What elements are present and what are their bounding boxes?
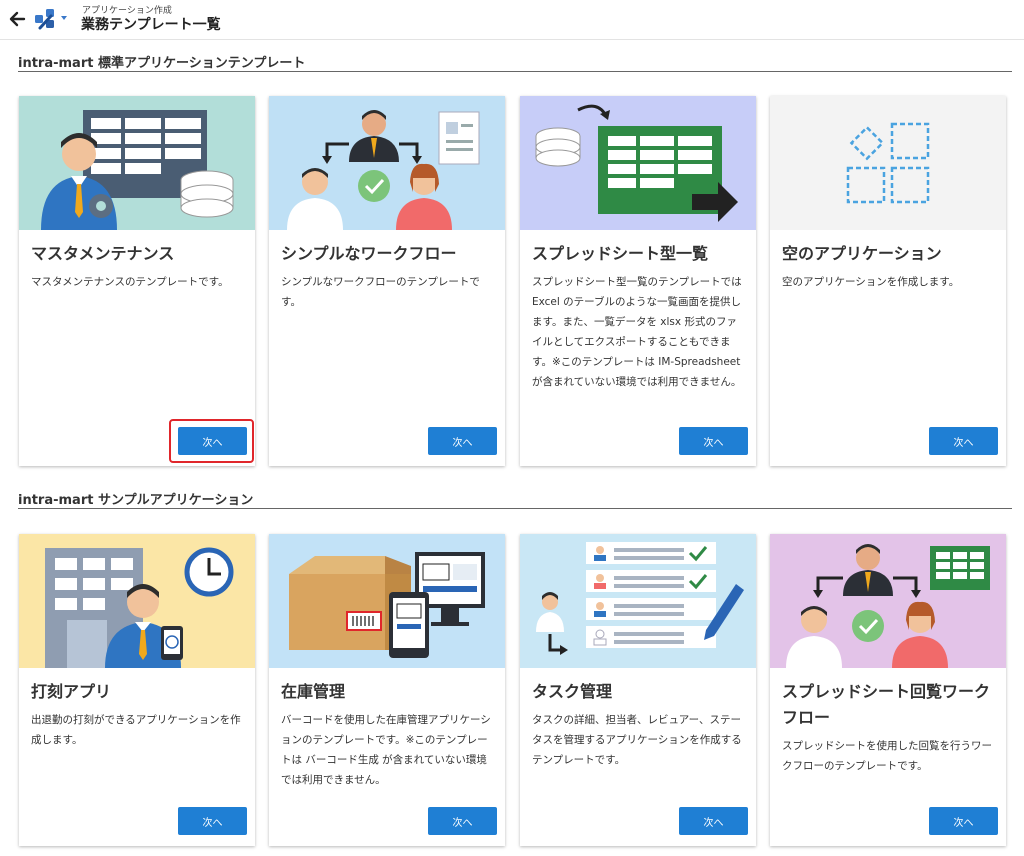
task-management-illustration [520,534,756,668]
card-description: タスクの詳細、担当者、レビュアー、ステータスを管理するアプリケーションを作成する… [532,714,742,766]
caret-down-icon[interactable] [60,14,68,22]
card-title: シンプルなワークフロー [281,244,457,263]
next-button[interactable]: 次へ [929,807,998,835]
template-card-empty-application[interactable]: 空のアプリケーション 空のアプリケーションを作成します。 次へ [770,96,1006,466]
card-title: マスタメンテナンス [31,244,175,263]
card-description: シンプルなワークフローのテンプレートです。 [281,276,480,308]
template-card-spreadsheet-circulation[interactable]: スプレッドシート回覧ワークフロー スプレッドシートを使用した回覧を行うワークフロ… [770,534,1006,846]
highlight-box [169,419,254,463]
template-card-master-maintenance[interactable]: マスタメンテナンス マスタメンテナンスのテンプレートです。 次へ [19,96,255,466]
card-title: 在庫管理 [281,682,346,701]
card-title: タスク管理 [532,682,613,701]
next-button[interactable]: 次へ [679,807,748,835]
section-title: intra-mart サンプルアプリケーション [18,493,254,508]
next-button[interactable]: 次へ [679,427,748,455]
card-title: スプレッドシート回覧ワークフロー [782,682,991,727]
spreadsheet-list-illustration [520,96,756,230]
card-description: スプレッドシートを使用した回覧を行うワークフローのテンプレートです。 [782,740,992,772]
template-card-clock-app[interactable]: 打刻アプリ 出退勤の打刻ができるアプリケーションを作成します。 次へ [19,534,255,846]
back-arrow-icon[interactable] [8,8,28,30]
card-description: スプレッドシート型一覧のテンプレートではExcel のテーブルのような一覧画面を… [532,276,742,388]
page-title: 業務テンプレート一覧 [81,17,221,33]
inventory-illustration [269,534,505,668]
section-title: intra-mart 標準アプリケーションテンプレート [18,56,306,71]
template-card-inventory[interactable]: 在庫管理 バーコードを使用した在庫管理アプリケーションのテンプレートです。※この… [269,534,505,846]
next-button[interactable]: 次へ [428,807,497,835]
card-description: 出退勤の打刻ができるアプリケーションを作成します。 [31,714,241,746]
next-button[interactable]: 次へ [929,427,998,455]
wrench-app-icon[interactable] [33,6,59,32]
template-card-spreadsheet-list[interactable]: スプレッドシート型一覧 スプレッドシート型一覧のテンプレートではExcel のテ… [520,96,756,466]
simple-workflow-illustration [269,96,505,230]
section-heading-standard: intra-mart 標準アプリケーションテンプレート [18,52,1012,72]
clock-app-illustration [19,534,255,668]
empty-application-illustration [770,96,1006,230]
card-title: 打刻アプリ [31,682,112,701]
card-title: スプレッドシート型一覧 [532,244,709,263]
section-heading-sample: intra-mart サンプルアプリケーション [18,489,1012,509]
next-button[interactable]: 次へ [178,807,247,835]
spreadsheet-circulation-illustration [770,534,1006,668]
card-title: 空のアプリケーション [782,244,942,263]
card-description: マスタメンテナンスのテンプレートです。 [31,276,229,288]
next-button[interactable]: 次へ [428,427,497,455]
card-description: バーコードを使用した在庫管理アプリケーションのテンプレートです。※このテンプレー… [281,714,491,786]
template-card-simple-workflow[interactable]: シンプルなワークフロー シンプルなワークフローのテンプレートです。 次へ [269,96,505,466]
template-card-task-management[interactable]: タスク管理 タスクの詳細、担当者、レビュアー、ステータスを管理するアプリケーショ… [520,534,756,846]
master-maintenance-illustration [19,96,255,230]
card-description: 空のアプリケーションを作成します。 [782,276,960,288]
top-bar: アプリケーション作成 業務テンプレート一覧 [0,0,1024,40]
